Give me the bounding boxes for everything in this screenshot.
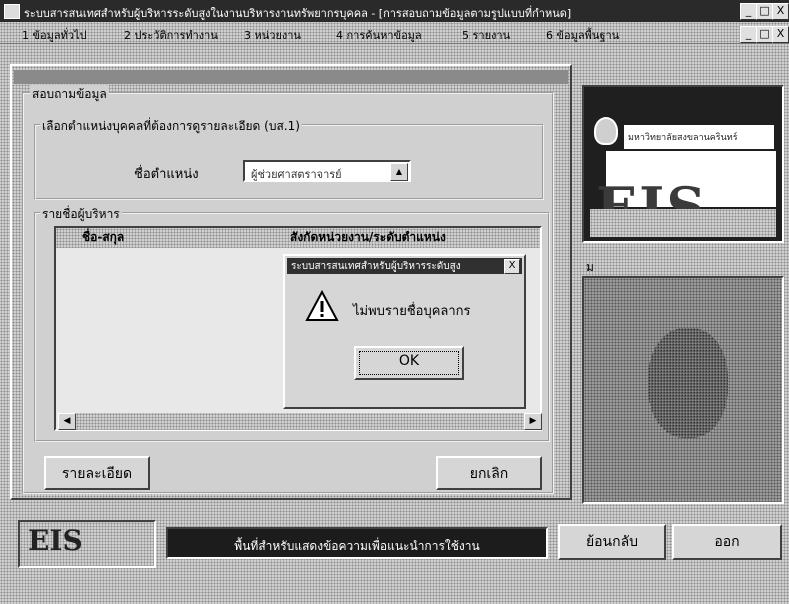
position-combobox-value: ผู้ช่วยศาสตราจารย์ bbox=[251, 168, 342, 181]
menu-general-info[interactable]: 1 ข้อมูลทั่วไป bbox=[22, 26, 87, 44]
app-icon[interactable] bbox=[4, 4, 20, 19]
column-header-name[interactable]: ชื่อ-สกุล bbox=[76, 228, 124, 246]
cancel-button[interactable]: ยกเลิก bbox=[436, 456, 542, 490]
back-button-label: ย้อนกลับ bbox=[585, 534, 639, 550]
chevron-down-icon[interactable]: ▲ bbox=[390, 163, 408, 181]
eis-small-logo-text: EIS bbox=[28, 524, 83, 557]
warning-icon bbox=[305, 290, 339, 321]
status-bar: พื้นที่สำหรับแสดงข้อความเพื่อแนะนำการใช้… bbox=[166, 527, 548, 559]
minimize-button[interactable]: _ bbox=[740, 3, 757, 20]
details-button-label: รายละเอียด bbox=[61, 466, 133, 482]
position-label: ชื่อตำแหน่ง bbox=[134, 167, 199, 182]
maximize-button[interactable]: □ bbox=[756, 3, 773, 20]
scroll-right-icon[interactable]: ▶ bbox=[524, 413, 542, 430]
ok-button[interactable]: OK bbox=[354, 346, 464, 380]
child-minimize-button[interactable]: _ bbox=[740, 26, 757, 43]
ok-button-label: OK bbox=[398, 353, 420, 369]
person-photo bbox=[648, 328, 728, 438]
horizontal-scrollbar[interactable]: ◀ ▶ bbox=[58, 413, 542, 430]
photo-caption: ม bbox=[586, 260, 594, 274]
mdi-child-title-bar bbox=[14, 70, 568, 84]
university-emblem-icon bbox=[594, 117, 618, 145]
scroll-left-icon[interactable]: ◀ bbox=[58, 413, 76, 430]
child-restore-button[interactable]: □ bbox=[756, 26, 773, 43]
menu-base-data[interactable]: 6 ข้อมูลพื้นฐาน bbox=[546, 26, 619, 44]
university-logo-panel: มหาวิทยาลัยสงขลานครินทร์ EIS bbox=[582, 85, 784, 243]
university-name-box: มหาวิทยาลัยสงขลานครินทร์ bbox=[624, 125, 774, 149]
menu-work-history[interactable]: 2 ประวัติการทำงาน bbox=[124, 26, 218, 44]
child-close-button[interactable]: X bbox=[772, 26, 789, 43]
executive-list-label: รายชื่อผู้บริหาร bbox=[40, 205, 122, 224]
close-button[interactable]: X bbox=[772, 3, 789, 20]
status-text: พื้นที่สำหรับแสดงข้อความเพื่อแนะนำการใช้… bbox=[234, 539, 480, 553]
position-combobox[interactable]: ผู้ช่วยศาสตราจารย์ ▲ bbox=[243, 160, 411, 182]
cancel-button-label: ยกเลิก bbox=[469, 466, 509, 482]
window-title: ระบบสารสนเทศสำหรับผู้บริหารระดับสูงในงาน… bbox=[24, 7, 572, 20]
window-title-bar: ระบบสารสนเทศสำหรับผู้บริหารระดับสูงในงาน… bbox=[0, 0, 789, 22]
list-header: ชื่อ-สกุล สังกัดหน่วยงาน/ระดับตำแหน่ง bbox=[56, 228, 540, 248]
menu-department[interactable]: 3 หน่วยงาน bbox=[244, 26, 301, 44]
logo-strip bbox=[590, 209, 776, 237]
column-header-position[interactable]: สังกัดหน่วยงาน/ระดับตำแหน่ง bbox=[284, 228, 446, 246]
dialog-title-bar: ระบบสารสนเทศสำหรับผู้บริหารระดับสูง X bbox=[287, 258, 522, 274]
back-button[interactable]: ย้อนกลับ bbox=[558, 524, 666, 560]
details-button[interactable]: รายละเอียด bbox=[44, 456, 150, 490]
eis-small-logo: EIS bbox=[18, 520, 156, 568]
dialog-title: ระบบสารสนเทศสำหรับผู้บริหารระดับสูง bbox=[291, 261, 461, 272]
form-caption: สอบถามข้อมูล bbox=[30, 85, 109, 104]
exit-button-label: ออก bbox=[714, 534, 740, 550]
exit-button[interactable]: ออก bbox=[672, 524, 782, 560]
menu-report[interactable]: 5 รายงาน bbox=[462, 26, 510, 44]
university-name: มหาวิทยาลัยสงขลานครินทร์ bbox=[628, 133, 738, 143]
dialog-message: ไม่พบรายชื่อบุคลากร bbox=[353, 304, 471, 319]
criteria-group-label: เลือกตำแหน่งบุคคลที่ต้องการดูรายละเอียด … bbox=[40, 117, 302, 136]
photo-panel bbox=[582, 276, 784, 504]
menu-search[interactable]: 4 การค้นหาข้อมูล bbox=[336, 26, 422, 44]
dialog-close-button[interactable]: X bbox=[504, 259, 520, 274]
message-dialog: ระบบสารสนเทศสำหรับผู้บริหารระดับสูง X ไม… bbox=[283, 254, 526, 409]
menu-bar: 1 ข้อมูลทั่วไป 2 ประวัติการทำงาน 3 หน่วย… bbox=[0, 22, 789, 44]
